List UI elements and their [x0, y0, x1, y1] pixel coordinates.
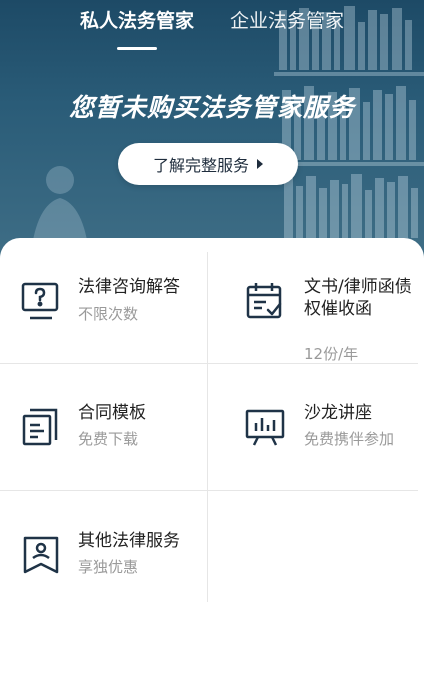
tab-enterprise-legal[interactable]: 企业法务管家 — [230, 6, 344, 46]
tab-private-legal[interactable]: 私人法务管家 — [79, 6, 194, 50]
person-bookmark-icon — [23, 536, 59, 574]
service-subtitle: 12份/年 — [304, 345, 359, 363]
calendar-check-icon — [246, 283, 282, 319]
service-title: 文书/律师函债权催收函 — [304, 277, 412, 319]
tab-enterprise-legal-label: 企业法务管家 — [230, 10, 345, 32]
learn-more-button[interactable]: 了解完整服务 — [118, 143, 298, 185]
service-subtitle: 享独优惠 — [78, 558, 139, 576]
presentation-board-icon — [245, 409, 285, 446]
hero-headline: 您暂未购买法务管家服务 — [68, 93, 355, 122]
learn-more-label: 了解完整服务 — [152, 156, 249, 175]
service-legal-letters[interactable]: 文书/律师函债权催收函 12份/年 — [0, 258, 420, 368]
play-arrow-icon — [257, 159, 263, 169]
service-title: 其他法律服务 — [78, 531, 180, 551]
services-card: 法律咨询解答 不限次数 文书/律师函债权催收函 12份/年 合同模板 免费下载 … — [0, 238, 424, 690]
hero-banner: 私人法务管家 企业法务管家 您暂未购买法务管家服务 了解完整服务 — [0, 0, 424, 262]
service-title: 沙龙讲座 — [304, 403, 372, 423]
service-salon-lectures[interactable]: 沙龙讲座 免费携伴参加 — [0, 386, 420, 496]
tab-private-legal-label: 私人法务管家 — [79, 10, 194, 32]
tab-bar: 私人法务管家 企业法务管家 — [0, 6, 424, 50]
active-tab-indicator — [116, 47, 157, 50]
service-other-legal[interactable]: 其他法律服务 享独优惠 — [0, 514, 200, 624]
service-subtitle: 免费携伴参加 — [304, 430, 395, 448]
